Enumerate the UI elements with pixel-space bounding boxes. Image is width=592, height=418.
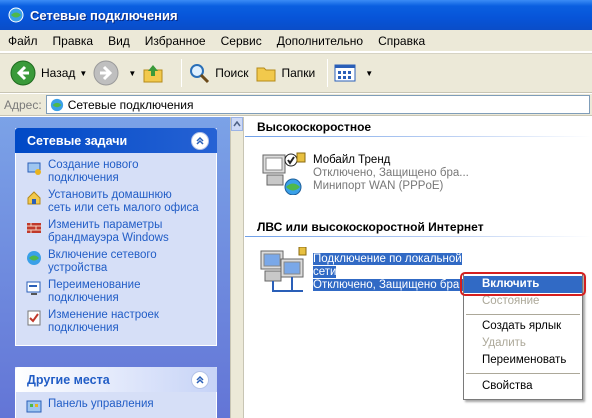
address-field[interactable]: Сетевые подключения: [45, 95, 590, 114]
task-create-connection[interactable]: Создание нового подключения: [26, 159, 208, 185]
menu-create-shortcut[interactable]: Создать ярлык: [464, 318, 582, 335]
menu-delete[interactable]: Удалить: [464, 335, 582, 352]
network-tasks-body: Создание нового подключения Установить до…: [15, 153, 217, 346]
other-places-panel: Другие места Панель управления: [15, 367, 217, 418]
toolbar-separator: [181, 59, 183, 87]
menu-separator: [466, 314, 580, 315]
folders-label: Папки: [281, 66, 316, 80]
other-places-header[interactable]: Другие места: [15, 367, 217, 392]
menu-status[interactable]: Состояние: [464, 293, 582, 310]
connection-name-cont: сети: [313, 266, 337, 278]
views-button[interactable]: ▼: [334, 56, 373, 90]
connection-name: Подключение по локальной: [313, 253, 462, 265]
toolbar: Назад ▼ ▼ Поиск Папки ▼: [0, 53, 592, 93]
search-button[interactable]: Поиск: [188, 56, 249, 90]
other-places-title: Другие места: [27, 372, 110, 387]
network-tasks-title: Сетевые задачи: [27, 133, 128, 148]
menu-help[interactable]: Справка: [378, 34, 425, 48]
folders-icon: [256, 67, 275, 82]
task-home-network[interactable]: Установить домашнюю сеть или сеть малого …: [26, 189, 208, 215]
group-divider: [245, 236, 592, 237]
forward-button[interactable]: ▼: [93, 56, 136, 90]
enable-device-icon: [27, 251, 41, 265]
chevron-up-icon: [233, 121, 241, 127]
menu-enable[interactable]: Включить: [464, 276, 582, 293]
forward-dropdown-icon[interactable]: ▼: [128, 69, 136, 78]
back-dropdown-icon[interactable]: ▼: [79, 69, 87, 78]
new-connection-icon: [27, 162, 41, 175]
dialup-connection-icon[interactable]: [259, 151, 309, 195]
search-label: Поиск: [215, 66, 249, 80]
window-title: Сетевые подключения: [30, 7, 178, 23]
back-arrow-icon: [10, 60, 36, 86]
network-tasks-header[interactable]: Сетевые задачи: [15, 128, 217, 153]
pane-splitter[interactable]: [230, 117, 244, 418]
task-firewall-settings[interactable]: Изменить параметры брандмауэра Windows: [26, 219, 208, 245]
group-broadband-title: Высокоскоростное: [257, 120, 372, 134]
menu-favorites[interactable]: Избранное: [145, 34, 206, 48]
task-change-settings[interactable]: Изменение настроек подключения: [26, 309, 208, 335]
connection-status: Отключено, Защищено бра...: [313, 279, 469, 291]
connection-local-area[interactable]: Подключение по локальной сети Отключено,…: [313, 253, 469, 292]
menu-tools[interactable]: Сервис: [221, 34, 262, 48]
up-button[interactable]: [142, 56, 169, 90]
control-panel-icon: [26, 400, 42, 413]
connection-name: Мобайл Тренд: [313, 154, 391, 166]
views-dropdown-icon[interactable]: ▼: [365, 69, 373, 78]
address-value: Сетевые подключения: [67, 97, 194, 112]
connection-device: Минипорт WAN (PPPoE): [313, 180, 444, 192]
menu-advanced[interactable]: Дополнительно: [277, 34, 363, 48]
views-icon: [334, 64, 356, 82]
collapse-chevron-icon[interactable]: [191, 370, 209, 389]
other-places-body: Панель управления: [15, 392, 217, 418]
folder-up-icon: [143, 65, 163, 83]
connection-mobile-trend[interactable]: Мобайл Тренд Отключено, Защищено бра... …: [313, 154, 469, 193]
collapse-chevron-icon[interactable]: [191, 131, 209, 150]
menu-edit[interactable]: Правка: [53, 34, 94, 48]
address-bar: Адрес: Сетевые подключения: [0, 94, 592, 116]
home-network-icon: [27, 191, 41, 205]
lan-connection-icon[interactable]: [259, 247, 311, 297]
menu-properties[interactable]: Свойства: [464, 378, 582, 395]
menu-file[interactable]: Файл: [8, 34, 38, 48]
toolbar-separator: [327, 59, 329, 87]
context-menu: Включить Состояние Создать ярлык Удалить…: [463, 273, 583, 400]
scroll-up-button[interactable]: [231, 117, 243, 131]
menu-view[interactable]: Вид: [108, 34, 130, 48]
back-button[interactable]: Назад ▼: [10, 56, 87, 90]
menu-separator: [466, 373, 580, 374]
network-tasks-panel: Сетевые задачи Создание нового подключени…: [15, 128, 217, 346]
network-connections-icon: [8, 7, 24, 23]
title-bar: Сетевые подключения: [0, 0, 592, 30]
rename-icon: [26, 281, 41, 295]
back-label: Назад: [41, 66, 76, 80]
connection-status: Отключено, Защищено бра...: [313, 167, 469, 179]
menu-rename[interactable]: Переименовать: [464, 352, 582, 369]
network-connections-icon: [50, 98, 63, 111]
search-icon: [190, 64, 210, 84]
address-label: Адрес:: [4, 97, 42, 112]
task-pane: Сетевые задачи Создание нового подключени…: [0, 117, 230, 418]
group-divider: [245, 136, 592, 137]
settings-icon: [27, 310, 41, 326]
folders-button[interactable]: Папки: [255, 56, 316, 90]
place-control-panel[interactable]: Панель управления: [26, 398, 208, 415]
menu-bar: Файл Правка Вид Избранное Сервис Дополни…: [0, 30, 592, 52]
task-enable-device[interactable]: Включение сетевого устройства: [26, 249, 208, 275]
group-lan-title: ЛВС или высокоскоростной Интернет: [257, 220, 484, 234]
task-rename-connection[interactable]: Переименование подключения: [26, 279, 208, 305]
forward-arrow-icon: [93, 60, 119, 86]
firewall-icon: [27, 223, 41, 233]
